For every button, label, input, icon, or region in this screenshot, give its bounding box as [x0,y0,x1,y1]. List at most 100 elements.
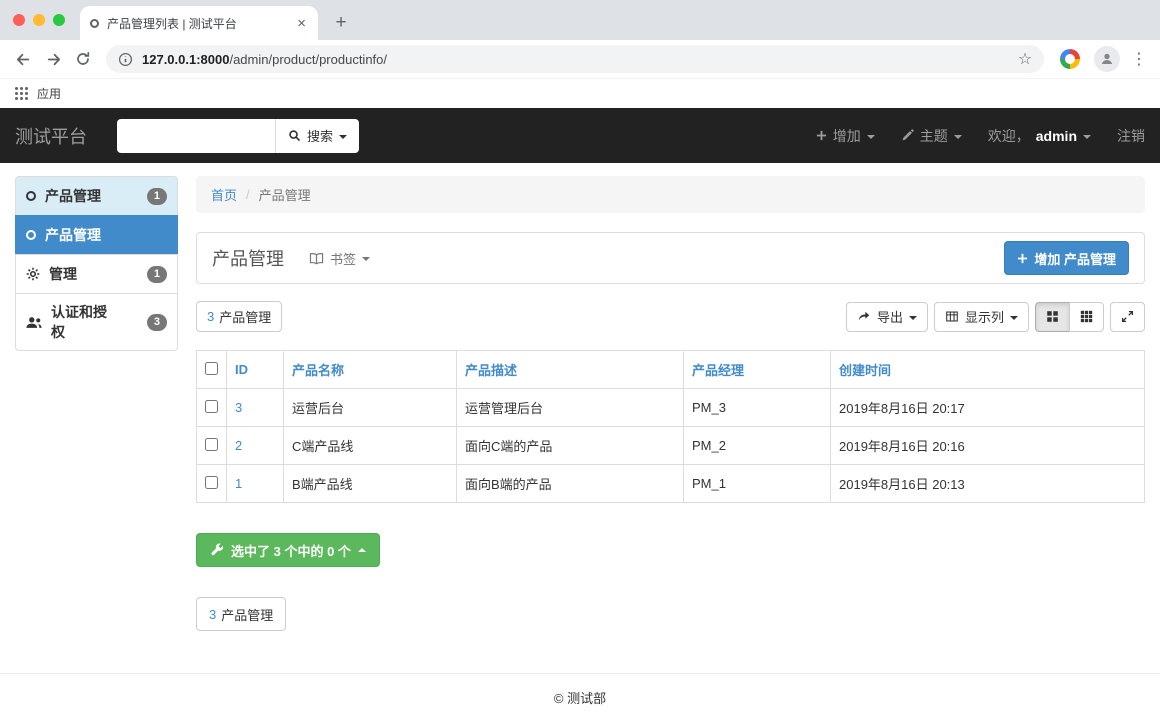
tab-title: 产品管理列表 | 测试平台 [107,16,237,31]
chevron-down-icon [339,134,348,139]
brand[interactable]: 测试平台 [15,123,87,149]
cell-created-time: 2019年8月16日 20:17 [830,388,1145,427]
cell-product-name: B端产品线 [283,464,457,503]
username: admin [1035,127,1077,144]
sidebar-item-label: 产品管理 [45,188,101,204]
user-menu[interactable]: 欢迎， admin [988,126,1091,146]
reload-icon[interactable] [68,44,98,74]
fullscreen-button[interactable] [1110,301,1145,332]
chevron-down-icon [1010,315,1018,320]
profile-avatar[interactable] [1094,46,1120,72]
cell-product-pm: PM_1 [683,464,831,503]
site-info-icon[interactable] [118,52,133,67]
sidebar-item-auth[interactable]: 认证和授权 3 [15,293,178,351]
column-header-name[interactable]: 产品名称 [292,363,344,378]
url-text: 127.0.0.1:8000/admin/product/productinfo… [142,52,387,67]
view-toggle-group [1035,301,1104,332]
count-badge: 1 [146,187,167,205]
list-toolbar: 3 产品管理 导出 显示列 [196,301,1145,332]
theme-menu-label: 主题 [919,127,948,144]
column-header-pm[interactable]: 产品经理 [692,363,744,378]
column-header-id[interactable]: ID [235,362,248,377]
column-header-desc[interactable]: 产品描述 [465,363,517,378]
gear-icon [26,267,40,281]
row-id-link[interactable]: 1 [235,476,242,491]
plus-icon [1017,253,1028,264]
cell-created-time: 2019年8月16日 20:16 [830,426,1145,465]
sidebar-item-admin[interactable]: 管理 1 [15,254,178,294]
grid-view-button[interactable] [1035,301,1070,332]
sidebar-group-product[interactable]: 产品管理 1 [15,176,178,216]
cell-product-desc: 运营管理后台 [456,388,684,427]
add-menu[interactable]: 增加 [816,126,875,146]
breadcrumb-home-link[interactable]: 首页 [211,185,237,204]
add-product-button[interactable]: 增加 产品管理 [1004,241,1129,275]
bottom-count-row: 3 产品管理 [196,597,1145,631]
cell-product-pm: PM_3 [683,388,831,427]
welcome-text: 欢迎， [987,127,1030,144]
export-button[interactable]: 导出 [845,301,928,332]
chevron-down-icon [362,257,371,261]
sidebar-item-product-active[interactable]: 产品管理 [15,215,178,255]
row-id-link[interactable]: 3 [235,400,242,415]
browser-toolbar: 127.0.0.1:8000/admin/product/productinfo… [0,40,1160,78]
search-button-label: 搜索 [307,129,334,144]
chevron-down-icon [908,315,917,320]
address-bar[interactable]: 127.0.0.1:8000/admin/product/productinfo… [106,45,1044,73]
navbar-menu: 增加 主题 欢迎， admin 注销 [816,126,1145,146]
plus-icon [816,130,827,141]
table-row: 1 B端产品线 面向B端的产品 PM_1 2019年8月16日 20:13 [196,464,1145,503]
row-id-link[interactable]: 2 [235,438,242,453]
theme-menu[interactable]: 主题 [901,126,962,146]
apps-grid-icon[interactable] [15,87,28,100]
bookmark-star-icon[interactable]: ☆ [1012,49,1038,69]
sidebar-item-label: 产品管理 [45,227,101,243]
sidebar-item-label: 管理 [49,266,77,282]
users-icon [26,316,42,329]
extension-icon[interactable] [1060,49,1080,69]
row-checkbox[interactable] [205,399,218,413]
bookmark-dropdown[interactable]: 书签 [309,249,371,268]
row-checkbox[interactable] [205,475,218,489]
table-columns-icon [945,310,959,323]
apps-bookmark-label[interactable]: 应用 [37,85,61,102]
columns-button[interactable]: 显示列 [933,301,1029,332]
url-domain: 127.0.0.1:8000 [142,51,230,67]
chevron-down-icon [1083,134,1091,139]
breadcrumb-current: 产品管理 [258,188,311,203]
zoom-window-button[interactable] [53,14,65,26]
grid-2x2-icon [1046,310,1059,323]
search-input[interactable] [117,118,275,153]
breadcrumb-separator: / [246,187,250,202]
url-path: /admin/product/productinfo/ [229,51,388,67]
search-form: 搜索 [117,118,360,153]
close-window-button[interactable] [13,14,25,26]
back-icon[interactable] [8,44,38,74]
result-count-number: 3 [207,309,215,324]
cell-product-desc: 面向B端的产品 [456,464,684,503]
browser-menu-icon[interactable]: ⋮ [1126,46,1152,72]
app-navbar: 测试平台 搜索 增加 主题 欢迎， admin 注销 [0,108,1160,163]
column-header-created[interactable]: 创建时间 [839,363,891,378]
add-product-button-label: 增加 产品管理 [1034,251,1116,267]
grid-3x3-icon [1080,310,1093,323]
thumbnail-view-button[interactable] [1069,301,1104,332]
new-tab-button[interactable]: + [328,10,354,36]
row-checkbox[interactable] [205,437,218,451]
select-all-checkbox[interactable] [205,361,218,375]
toolbar-actions: 导出 显示列 [845,301,1145,332]
search-button[interactable]: 搜索 [275,118,360,153]
brush-icon [901,129,914,142]
bulk-selected-button[interactable]: 选中了 3 个中的 0 个 [196,533,380,567]
logout-link[interactable]: 注销 [1117,126,1145,146]
tab-close-icon[interactable]: × [295,15,308,32]
table-row: 3 运营后台 运营管理后台 PM_3 2019年8月16日 20:17 [196,388,1145,427]
main-panel: 首页 / 产品管理 产品管理 书签 增加 产品管理 3 产品管理 导出 显示列 … [196,163,1145,631]
cell-product-pm: PM_2 [683,426,831,465]
forward-icon[interactable] [38,44,68,74]
minimize-window-button[interactable] [33,14,45,26]
page-footer: © 测试部 [0,673,1160,721]
bookmark-dropdown-label: 书签 [330,251,357,267]
bulk-selected-label: 选中了 3 个中的 0 个 [231,543,351,559]
browser-tab[interactable]: 产品管理列表 | 测试平台 × [80,6,318,40]
